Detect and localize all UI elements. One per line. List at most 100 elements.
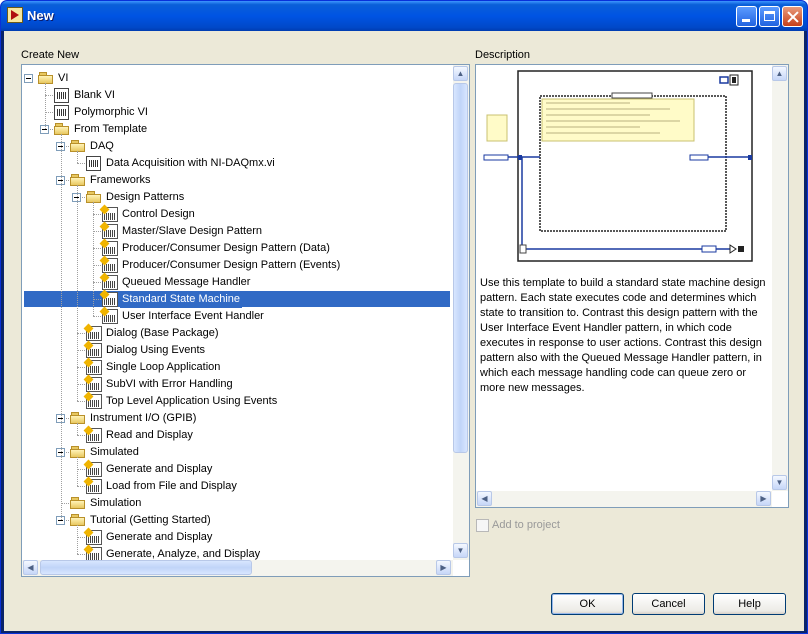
tree-item[interactable]: VI [22,70,450,87]
tree-item-label: Control Design [122,208,195,220]
tree-connector [77,554,85,555]
tree-item[interactable]: Master/Slave Design Pattern [22,221,450,240]
tree-guide-line [45,83,46,129]
cancel-button[interactable]: Cancel [632,593,705,615]
window-title: New [27,8,54,23]
tree-guide-line [77,185,78,401]
tree-connector [93,214,101,215]
scroll-right-button[interactable]: ▶ [436,560,451,575]
title-bar[interactable]: New [1,1,807,31]
new-dialog-window: New Create New VI Blank VI Polymorphic VI F… [0,0,808,634]
vi-icon [86,156,101,171]
tree-guide-line [93,202,94,316]
tree-item[interactable]: Dialog Using Events [22,340,450,359]
scroll-up-button[interactable]: ▲ [453,66,468,81]
description-panel: Use this template to build a standard st… [475,64,789,508]
tree-item[interactable]: Producer/Consumer Design Pattern (Events… [22,255,450,274]
tree-item[interactable]: Blank VI [22,87,450,104]
tree-item-label: Producer/Consumer Design Pattern (Events… [122,259,341,271]
folder-icon [70,514,86,526]
tree-vertical-thumb[interactable] [453,83,468,453]
tree-horizontal-scrollbar[interactable]: ◀ ▶ [22,560,453,576]
add-to-project-checkbox[interactable] [476,519,489,532]
tree-item[interactable]: User Interface Event Handler [22,306,450,325]
tree-item-label: Queued Message Handler [122,276,251,288]
tree-item[interactable]: Producer/Consumer Design Pattern (Data) [22,238,450,257]
maximize-icon [764,11,775,21]
maximize-button[interactable] [759,6,780,27]
description-scroll-left-button[interactable]: ◀ [477,491,492,506]
tree-connector [77,537,85,538]
tree-item-label: Instrument I/O (GPIB) [90,412,197,424]
tree-item-label: Frameworks [90,174,151,186]
tree-item[interactable]: Load from File and Display [22,476,450,495]
tree-item[interactable]: Tutorial (Getting Started) [22,512,450,529]
description-vertical-scrollbar[interactable]: ▲ ▼ [772,65,788,491]
description-label: Description [475,49,531,61]
tree-item-label: From Template [74,123,148,135]
tree-item[interactable]: Simulation [22,495,450,512]
scroll-down-button[interactable]: ▼ [453,543,468,558]
close-button[interactable] [782,6,803,27]
tree-item-label: Design Patterns [106,191,185,203]
tree-item-label: Producer/Consumer Design Pattern (Data) [122,242,330,254]
tree-vertical-scrollbar[interactable]: ▲ ▼ [453,65,469,560]
folder-icon [54,123,70,135]
scroll-left-button[interactable]: ◀ [23,560,38,575]
tree-item-label: Simulation [90,497,142,509]
description-horizontal-scrollbar[interactable]: ◀ ▶ [476,491,772,507]
tree-guide-line [77,151,78,163]
tree-connector [93,299,101,300]
tree-item[interactable]: Top Level Application Using Events [22,391,450,410]
description-scroll-down-button[interactable]: ▼ [772,475,787,490]
collapse-toggle[interactable] [24,74,33,83]
template-icon [83,527,102,545]
minimize-button[interactable] [736,6,757,27]
tree-item-label: Generate and Display [106,531,213,543]
tree-connector [77,435,85,436]
dialog-client-area: Create New VI Blank VI Polymorphic VI From … [4,31,804,631]
description-scroll-up-button[interactable]: ▲ [772,66,787,81]
tree-item-label: Polymorphic VI [74,106,148,118]
description-scroll-right-button[interactable]: ▶ [756,491,771,506]
folder-icon [38,72,54,84]
tree-item[interactable]: Generate and Display [22,527,450,546]
tree-item-label: Generate and Display [106,463,213,475]
tree-item[interactable]: Queued Message Handler [22,272,450,291]
tree-item[interactable]: SubVI with Error Handling [22,374,450,393]
template-icon [99,289,118,307]
template-icon [99,221,118,239]
tree-item-label: SubVI with Error Handling [106,378,233,390]
tree-item[interactable]: Simulated [22,444,450,461]
tree-item[interactable]: Dialog (Base Package) [22,323,450,342]
tree-item[interactable]: DAQ [22,138,450,155]
tree-item[interactable]: Read and Display [22,425,450,444]
tree-guide-line [61,134,62,520]
tree-item[interactable]: Data Acquisition with NI-DAQmx.vi [22,155,450,172]
tree-connector [77,401,85,402]
tree-item[interactable]: Control Design [22,204,450,223]
tree-item[interactable]: Design Patterns [22,189,450,206]
tree-item[interactable]: From Template [22,121,450,138]
tree-item-label: Dialog (Base Package) [106,327,219,339]
tree-connector [93,265,101,266]
folder-icon [70,140,86,152]
tree-item[interactable]: Instrument I/O (GPIB) [22,410,450,427]
tree-item[interactable]: Generate and Display [22,459,450,478]
tree-horizontal-thumb[interactable] [40,560,252,575]
tree-item[interactable]: Single Loop Application [22,357,450,376]
tree-connector [93,248,101,249]
tree-item-label: Tutorial (Getting Started) [90,514,211,526]
template-icon [83,357,102,375]
tree-guide-line [77,423,78,435]
tree-item[interactable]: Polymorphic VI [22,104,450,121]
tree-item[interactable]: Frameworks [22,172,450,189]
labview-app-icon [7,7,23,23]
template-icon [99,204,118,222]
tree-item-label: Data Acquisition with NI-DAQmx.vi [106,157,275,169]
create-new-tree[interactable]: VI Blank VI Polymorphic VI From Template DAQ… [21,64,470,577]
tree-item[interactable]: Standard State Machine [22,289,450,308]
ok-button[interactable]: OK [551,593,624,615]
minus-icon [42,129,47,130]
help-button[interactable]: Help [713,593,786,615]
